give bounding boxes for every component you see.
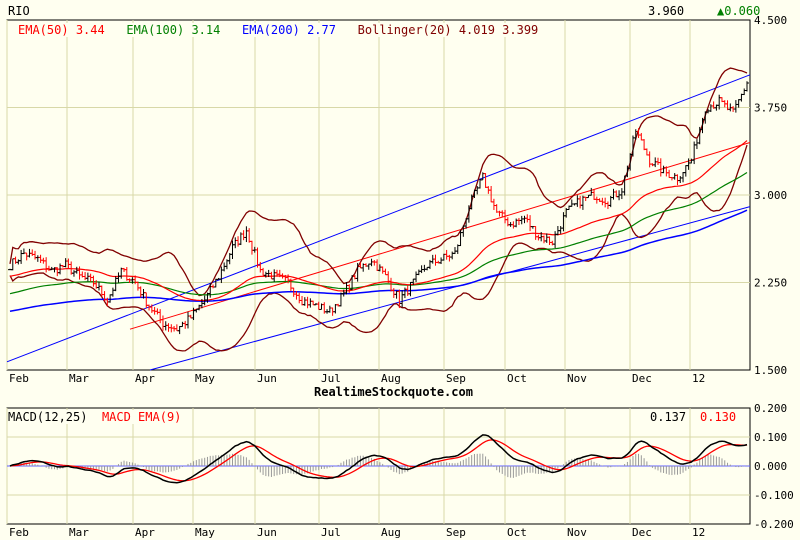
x-tick-label: Oct (507, 526, 527, 539)
x-tick-label: Nov (567, 526, 587, 539)
x-tick-label: 12 (692, 372, 705, 385)
x-tick-label: Jun (257, 372, 277, 385)
legend-ema100: EMA(100) (126, 23, 185, 37)
x-tick-label: Oct (507, 372, 527, 385)
x-tick-label: May (195, 526, 215, 539)
macd-signal-legend: MACD EMA(9) (101, 410, 182, 424)
legend-bollinger-value: 4.019 3.399 (458, 23, 539, 37)
legend-ema100-value: 3.14 (191, 23, 221, 37)
y-tick-label: 0.000 (754, 460, 787, 473)
x-tick-label: Aug (381, 526, 401, 539)
y-tick-label: 0.200 (754, 402, 787, 415)
x-tick-label: Jun (257, 526, 277, 539)
legend-ema50-value: 3.44 (75, 23, 105, 37)
x-tick-label: Nov (567, 372, 587, 385)
x-tick-label: Mar (69, 526, 89, 539)
x-tick-label: Sep (446, 372, 466, 385)
y-tick-label: 2.250 (754, 277, 787, 290)
chart-canvas: 4.500 3.750 3.000 2.250 1.500 0.200 0.100 0.000… (6, 14, 794, 539)
macd-value: 0.137 (650, 410, 687, 424)
x-tick-label: Apr (135, 372, 155, 385)
x-tick-label: May (195, 372, 215, 385)
x-tick-label: Feb (9, 372, 29, 385)
y-tick-label: 3.750 (754, 102, 787, 115)
macd-legend: MACD(12,25) (8, 410, 88, 424)
x-tick-label: Dec (632, 372, 652, 385)
y-tick-label: 0.100 (754, 431, 787, 444)
stock-chart: RIO 3.960 ▲0.060 4.500 3.750 3.000 2.250 1.5… (0, 0, 800, 540)
y-tick-label: 3.000 (754, 189, 787, 202)
watermark: RealtimeStockquote.com (314, 385, 473, 399)
legend-ema50: EMA(50) (18, 23, 69, 37)
signal-value: 0.130 (700, 410, 737, 424)
legend-bollinger: Bollinger(20) (357, 23, 452, 37)
legend-ema200-value: 2.77 (307, 23, 336, 37)
x-tick-label: Mar (69, 372, 89, 385)
x-tick-label: Sep (446, 526, 466, 539)
x-tick-label: Jul (321, 372, 341, 385)
channel-middle (129, 142, 751, 330)
y-tick-label: -0.200 (754, 518, 794, 531)
y-tick-label: -0.100 (754, 489, 794, 502)
x-tick-label: 12 (692, 526, 705, 539)
x-tick-label: Apr (135, 526, 155, 539)
x-tick-label: Dec (632, 526, 652, 539)
y-tick-label: 4.500 (754, 14, 787, 27)
x-tick-label: Feb (9, 526, 29, 539)
y-tick-label: 1.500 (754, 364, 787, 377)
legend-ema200: EMA(200) (242, 23, 300, 37)
x-tick-label: Aug (381, 372, 401, 385)
x-tick-label: Jul (321, 526, 341, 539)
